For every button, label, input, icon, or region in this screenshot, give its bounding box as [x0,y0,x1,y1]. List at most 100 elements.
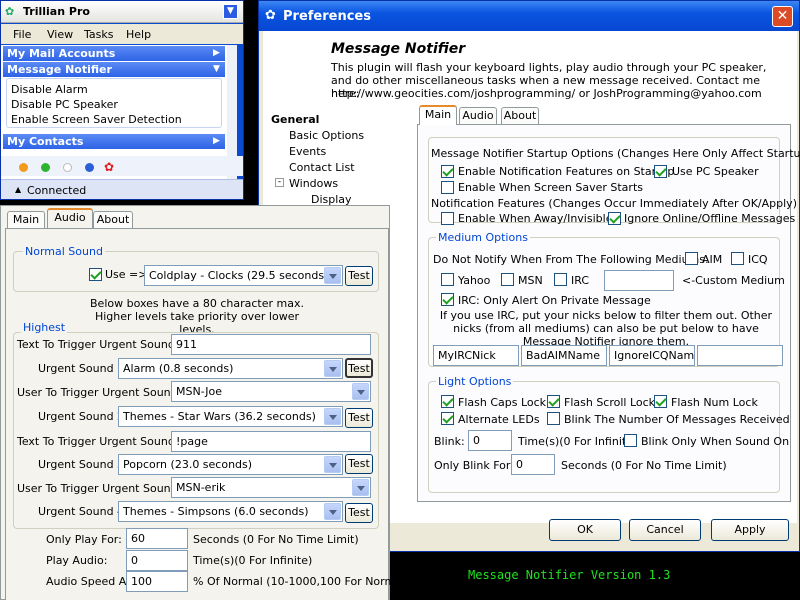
trillian-title: Trillian Pro [23,5,90,18]
prefs-titlebar[interactable]: ✿ Preferences ✕ [259,1,799,31]
ok-button[interactable]: OK [549,519,621,541]
menu-tasks[interactable]: Tasks [84,28,113,41]
apply-button[interactable]: Apply [711,519,789,541]
section-message-notifier[interactable]: Message Notifier ▼ [3,62,225,77]
tree-general[interactable]: General [271,113,319,126]
nick-input-1[interactable]: MyIRCNick [433,345,519,366]
normal-sound-select[interactable]: Coldplay - Clocks (29.5 seconds) [144,265,343,286]
trigger-3-input[interactable]: !page [171,431,371,452]
status-green-icon[interactable] [41,163,50,172]
scroll-lock-checkbox[interactable] [547,395,560,408]
cancel-button[interactable]: Cancel [629,519,701,541]
msn-checkbox[interactable] [501,273,514,286]
urgent-sound-4-select[interactable]: Themes - Simpsons (6.0 seconds) [118,501,343,522]
tree-contact-list[interactable]: Contact List [289,161,355,174]
trillian-menu-icon[interactable]: ▼ [223,4,238,19]
chevron-right-icon: ▶ [213,136,220,146]
urgent-sound-2-select[interactable]: Themes - Star Wars (36.2 seconds) [118,406,343,427]
trigger-1-input[interactable]: 911 [171,334,371,355]
use-pc-speaker-checkbox[interactable] [654,165,667,178]
close-button[interactable]: ✕ [772,6,793,27]
status-orange-icon[interactable] [19,163,28,172]
tree-events[interactable]: Events [289,145,326,158]
user-4-select[interactable]: MSN-erik [171,477,371,498]
tree-windows[interactable]: Windows [289,177,338,190]
blink-input[interactable]: 0 [468,430,512,451]
prefs-title: Preferences [283,9,371,24]
chevron-down-icon [324,267,341,284]
enable-features-checkbox[interactable] [441,165,454,178]
triangle-up-icon: ▲ [15,185,22,194]
play-audio-input[interactable]: 0 [126,550,188,571]
chevron-right-icon: ▶ [213,48,220,58]
alternate-leds-checkbox[interactable] [441,412,454,425]
yahoo-checkbox[interactable] [441,273,454,286]
urgent-sound-1-select[interactable]: Alarm (0.8 seconds) [118,358,343,379]
audio-tab-main[interactable]: Main [7,211,45,229]
plugin-contact: http://www.geocities.com/joshprogramming… [331,87,762,100]
status-white-icon[interactable] [63,163,72,172]
nick-input-4[interactable] [697,345,783,366]
custom-medium-input[interactable] [604,270,674,291]
chevron-down-icon [324,503,341,520]
status-icons: ✿ [1,156,243,176]
light-title: Light Options [436,375,514,388]
status-text: Connected [27,184,87,197]
enable-ss-checkbox[interactable] [441,181,454,194]
audio-tab-about[interactable]: About [93,211,133,229]
icq-checkbox[interactable] [731,252,744,265]
urgent-sound-3-select[interactable]: Popcorn (23.0 seconds) [118,454,343,475]
audio-tab-audio[interactable]: Audio [47,208,93,228]
normal-test-button[interactable]: Test [345,266,373,286]
blink-number-checkbox[interactable] [547,412,560,425]
aim-checkbox[interactable] [685,252,698,265]
disable-alarm-item[interactable]: Disable Alarm [11,83,88,96]
use-sound-checkbox[interactable] [89,268,102,281]
menu-file[interactable]: File [13,28,31,41]
trillian-titlebar[interactable]: ✿ Trillian Pro ▼ [1,1,243,23]
status-blue-icon[interactable] [85,163,94,172]
tree-basic-options[interactable]: Basic Options [289,129,364,142]
irc-checkbox[interactable] [554,273,567,286]
audio-window: Main Audio About Normal Sound Use => Col… [0,205,409,600]
menu-help[interactable]: Help [126,28,151,41]
test-4-button[interactable]: Test [345,503,373,523]
disable-pc-speaker-item[interactable]: Disable PC Speaker [11,98,118,111]
irc-private-checkbox[interactable] [441,293,454,306]
ignore-online-checkbox[interactable] [608,212,621,225]
audio-note: Below boxes have a 80 character max. Hig… [90,297,304,336]
chevron-down-icon [324,456,341,473]
notifier-items: Disable Alarm Disable PC Speaker Enable … [6,78,222,128]
tree-expand-icon[interactable]: - [275,178,284,187]
audio-speed-input[interactable]: 100 [126,571,188,592]
chevron-down-icon: ▼ [213,64,220,74]
blink-sound-checkbox[interactable] [624,434,637,447]
section-my-contacts[interactable]: My Contacts ▶ [3,134,225,149]
caps-lock-checkbox[interactable] [441,395,454,408]
user-2-select[interactable]: MSN-Joe [171,381,371,402]
main-tab-panel: Message Notifier Startup Options (Change… [417,124,800,502]
highest-title: Highest [21,321,68,334]
test-1-button[interactable]: Test [345,358,373,378]
num-lock-checkbox[interactable] [654,395,667,408]
tab-audio[interactable]: Audio [459,107,497,125]
chevron-down-icon [352,479,369,496]
enable-ss-detection-item[interactable]: Enable Screen Saver Detection [11,113,182,126]
section-mail-accounts[interactable]: My Mail Accounts ▶ [3,46,225,61]
plugin-title: Message Notifier [331,41,466,57]
test-3-button[interactable]: Test [345,454,373,474]
only-blink-input[interactable]: 0 [511,454,555,475]
trillian-menubar: File View Tasks Help [1,24,243,44]
features-label: Notification Features (Changes Occur Imm… [431,197,797,210]
nick-input-3[interactable]: IgnoreICQName [609,345,695,366]
tab-about[interactable]: About [501,107,539,125]
test-2-button[interactable]: Test [345,408,373,428]
tab-main[interactable]: Main [419,105,457,125]
trillian-logo-icon: ✿ [5,5,15,18]
status-red-icon[interactable]: ✿ [104,161,118,173]
enable-away-checkbox[interactable] [441,212,454,225]
nick-input-2[interactable]: BadAIMName [521,345,607,366]
only-play-input[interactable]: 60 [126,528,188,549]
menu-view[interactable]: View [47,28,73,41]
connection-status[interactable]: ▲ Connected [1,179,243,199]
